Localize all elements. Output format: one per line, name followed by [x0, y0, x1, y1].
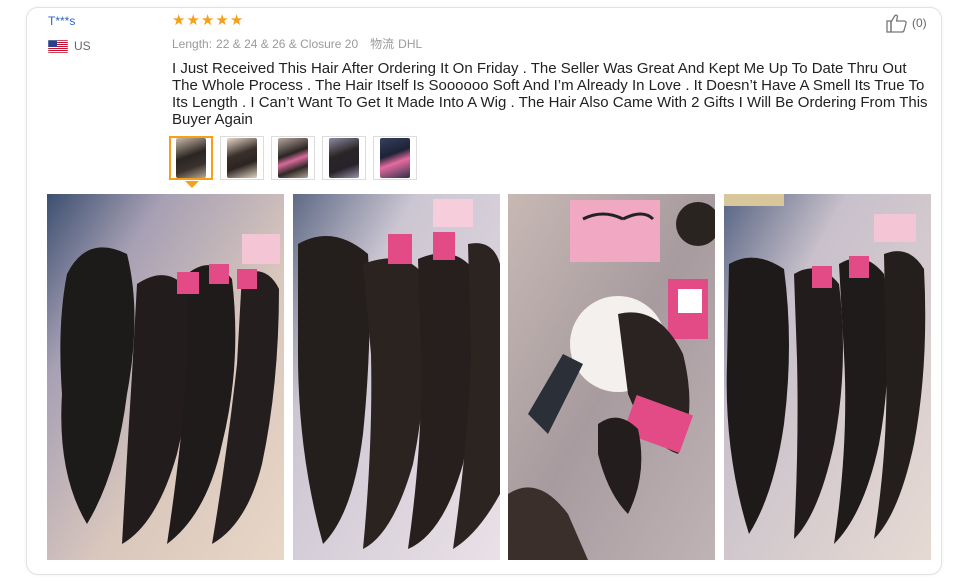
- thumbnail-5[interactable]: [373, 136, 417, 180]
- shipping-value: DHL: [398, 37, 423, 51]
- star-icon: ★: [229, 12, 244, 29]
- thumbnail-4[interactable]: [322, 136, 366, 180]
- review-photo-3[interactable]: [508, 194, 715, 560]
- review-photo-1[interactable]: [47, 194, 284, 560]
- review-photo-2[interactable]: [293, 194, 500, 560]
- active-thumbnail-indicator: [185, 181, 199, 188]
- thumbnail-1[interactable]: [169, 136, 213, 180]
- thumbnail-3[interactable]: [271, 136, 315, 180]
- reviewer-country: US: [48, 39, 91, 53]
- us-flag-icon: [48, 39, 68, 53]
- star-icon: ★: [186, 12, 200, 29]
- star-icon: ★: [215, 12, 229, 29]
- star-icon: ★: [200, 12, 215, 29]
- product-attributes: Length: 22 & 24 & 26 & Closure 20 物流 DHL: [172, 35, 434, 52]
- helpful-count: (0): [912, 16, 927, 30]
- length-value: 22 & 24 & 26 & Closure 20: [216, 37, 359, 51]
- helpful-button[interactable]: (0): [886, 13, 927, 33]
- review-photo-4[interactable]: [724, 194, 931, 560]
- star-rating: ★ ★ ★ ★ ★: [172, 13, 243, 28]
- thumbs-up-icon: [886, 14, 907, 33]
- length-label: Length:: [172, 37, 213, 51]
- reviewer-name[interactable]: T***s: [48, 14, 75, 28]
- shipping-label: 物流: [370, 37, 395, 51]
- star-icon: ★: [172, 12, 186, 29]
- photo-thumbnails: [169, 136, 417, 180]
- review-text: I Just Received This Hair After Ordering…: [172, 60, 928, 128]
- thumbnail-2[interactable]: [220, 136, 264, 180]
- country-code: US: [74, 39, 91, 53]
